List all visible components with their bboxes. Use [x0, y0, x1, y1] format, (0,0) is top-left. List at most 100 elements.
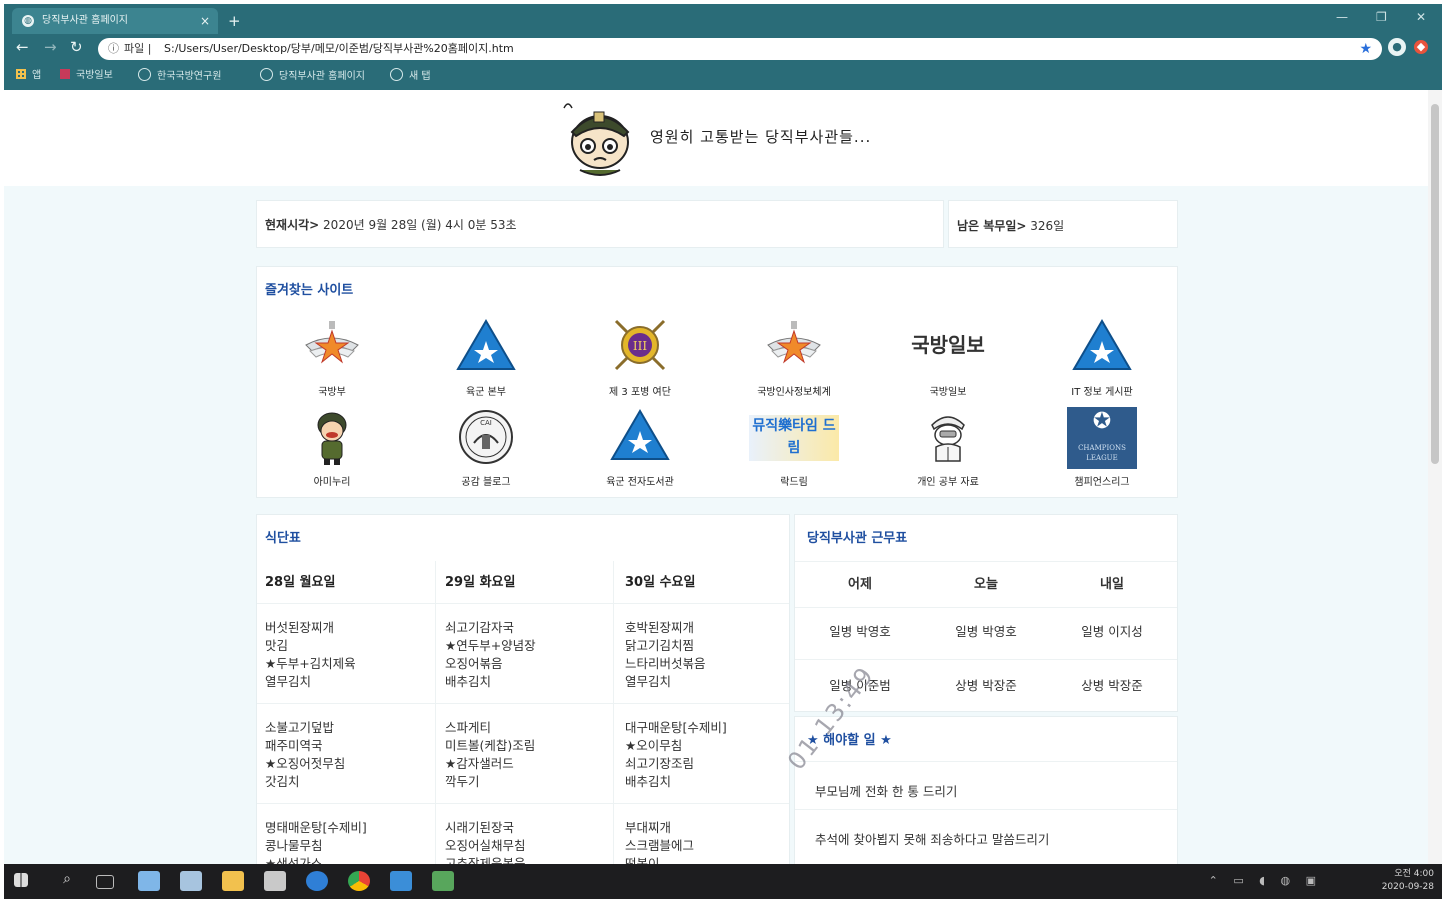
dish: 버섯된장찌개	[265, 620, 335, 635]
day-header: 30일 수요일	[625, 575, 696, 590]
favorite-artillery-brigade[interactable]: III 제 3 포병 여단	[565, 317, 715, 409]
image-icon[interactable]	[432, 871, 454, 891]
favorite-army-hq[interactable]: 육군 본부	[411, 317, 561, 409]
favorite-label: 육군 본부	[466, 387, 506, 398]
dish: 열무김치	[625, 674, 672, 689]
system-clock[interactable]: 오전 4:00 2020-09-28	[1382, 868, 1434, 894]
notepad-icon[interactable]	[138, 871, 160, 891]
favorite-label: 공감 블로그	[461, 477, 511, 488]
mnd-emblem-icon	[305, 321, 359, 364]
maximize-icon[interactable]: ❐	[1376, 10, 1387, 24]
day-header: 28일 월요일	[265, 575, 336, 590]
favorite-mnd-personnel[interactable]: 국방인사정보체계	[719, 317, 869, 409]
globe-icon	[390, 68, 403, 81]
artillery-brigade-emblem-icon: III	[614, 319, 666, 371]
page-header: 영원히 고통받는 당직부사관들...	[4, 90, 1428, 186]
dish: 열무김치	[265, 674, 312, 689]
duty-header: 오늘	[974, 577, 998, 592]
svg-text:III: III	[633, 339, 647, 353]
meal-cell: 대구매운탕[수제비] ★오이무침 쇠고기장조림 배추김치	[625, 719, 791, 791]
forward-icon[interactable]: →	[44, 38, 57, 56]
row-divider	[795, 809, 1177, 810]
seal-text: CAI	[480, 419, 492, 427]
reload-icon[interactable]: ↻	[70, 38, 83, 56]
row-divider	[257, 803, 789, 804]
tab-close-icon[interactable]: ×	[200, 8, 210, 34]
info-icon[interactable]: ⓘ	[108, 38, 119, 60]
new-tab-button[interactable]: +	[228, 8, 241, 34]
meal-menu-title: 식단표	[265, 531, 301, 546]
row-divider	[795, 761, 1177, 762]
remaining-days-value: 326일	[1030, 219, 1065, 233]
vertical-scrollbar[interactable]	[1428, 90, 1442, 864]
favorite-kookbang-ilbo[interactable]: 국방일보 국방일보	[873, 317, 1023, 409]
dish: 부대찌개	[625, 820, 672, 835]
dish: 떡볶이	[625, 856, 660, 864]
dish: 호박된장찌개	[625, 620, 695, 635]
soldier-sketch-icon	[931, 416, 965, 462]
meal-cell: 호박된장찌개 닭고기김치찜 느타리버섯볶음 열무김치	[625, 619, 791, 691]
meal-cell: 부대찌개 스크램블에그 떡볶이	[625, 819, 791, 864]
favorite-champions-league[interactable]: ✪ CHAMPIONS LEAGUE 챔피언스리그	[1027, 407, 1177, 499]
apps-grid-icon	[16, 69, 26, 79]
start-icon[interactable]	[14, 873, 28, 887]
system-tray-icons[interactable]: ⌃ ▭ ◖ ◍ ▣	[1209, 874, 1322, 887]
task-view-icon[interactable]	[96, 875, 114, 889]
dish: 명태매운탕[수제비]	[265, 820, 367, 835]
globe-icon: ◍	[22, 15, 34, 27]
dish: ★생선가스	[265, 856, 323, 864]
bookmark-star-icon[interactable]: ★	[1359, 38, 1372, 60]
extension-icon[interactable]: ◆	[1414, 40, 1428, 54]
bookmark-kida[interactable]: 한국국방연구원	[138, 68, 221, 85]
browser-tab[interactable]: ◍ 당직부사관 홈페이지 ×	[12, 8, 218, 34]
chrome-icon[interactable]	[348, 871, 370, 891]
favorite-label: 챔피언스리그	[1074, 477, 1130, 488]
favorite-it-board[interactable]: IT 정보 게시판	[1027, 317, 1177, 409]
mnd-emblem-icon	[767, 321, 821, 364]
search-icon[interactable]: ⌕	[56, 871, 78, 891]
url-scheme: 파일 |	[124, 42, 152, 55]
favorite-study-material[interactable]: 개인 공부 자료	[873, 407, 1023, 499]
favorite-mnd[interactable]: 국방부	[257, 317, 407, 409]
globe-icon	[138, 68, 151, 81]
clock-date: 2020-09-28	[1381, 882, 1434, 892]
favorite-gonggam-blog[interactable]: CAI 공감 블로그	[411, 407, 561, 499]
app-icon[interactable]	[390, 871, 412, 891]
edge-icon[interactable]	[306, 871, 328, 891]
favorite-label: 육군 전자도서관	[606, 477, 674, 488]
close-window-icon[interactable]: ✕	[1416, 10, 1426, 24]
bookmark-new-tab[interactable]: 새 탭	[390, 68, 431, 85]
minimize-icon[interactable]: —	[1336, 10, 1348, 24]
favorite-label: 국방부	[318, 387, 346, 398]
dish: 오징어볶음	[445, 656, 503, 671]
current-time-value: 2020년 9월 28일 (월) 4시 0분 53초	[323, 218, 517, 232]
bookmark-kookbang-ilbo[interactable]: 국방일보	[60, 68, 113, 84]
calculator-icon[interactable]	[264, 871, 286, 891]
favorite-rock-dream[interactable]: 뮤직樂타임 드림 락드림	[719, 407, 869, 499]
dish: ★오징어젓무침	[265, 756, 346, 771]
scrollbar-thumb[interactable]	[1431, 104, 1439, 464]
favorite-army-library[interactable]: 육군 전자도서관	[565, 407, 715, 499]
tab-title: 당직부사관 홈페이지	[42, 15, 128, 26]
back-icon[interactable]: ←	[16, 38, 29, 56]
favorite-aminuri[interactable]: 아미누리	[257, 407, 407, 499]
dish: 닭고기김치찜	[625, 638, 695, 653]
column-divider	[435, 561, 436, 864]
dish: 패주미역국	[265, 738, 323, 753]
dish: ★오이무침	[625, 738, 683, 753]
paint-icon[interactable]	[180, 871, 202, 891]
url-text[interactable]: S:/Users/User/Desktop/당부/메모/이준범/당직부사관%20…	[164, 38, 514, 60]
folder-icon[interactable]	[222, 871, 244, 891]
kookbang-ilbo-logo: 국방일보	[911, 333, 985, 357]
row-divider	[257, 703, 789, 704]
favorite-label: 락드림	[780, 477, 808, 488]
address-bar[interactable]: ⓘ 파일 | S:/Users/User/Desktop/당부/메모/이준범/당…	[98, 38, 1382, 60]
favorite-label: 아미누리	[313, 477, 351, 488]
bookmark-duty-home[interactable]: 당직부사관 홈페이지	[260, 68, 365, 85]
dish: ★두부+김치제육	[265, 656, 356, 671]
dish: 소불고기덮밥	[265, 720, 335, 735]
bookmark-apps[interactable]: 앱	[16, 68, 41, 84]
dish: 갓김치	[265, 774, 300, 789]
profile-icon[interactable]: ●	[1388, 38, 1406, 56]
dish: 오징어실채무침	[445, 838, 526, 853]
